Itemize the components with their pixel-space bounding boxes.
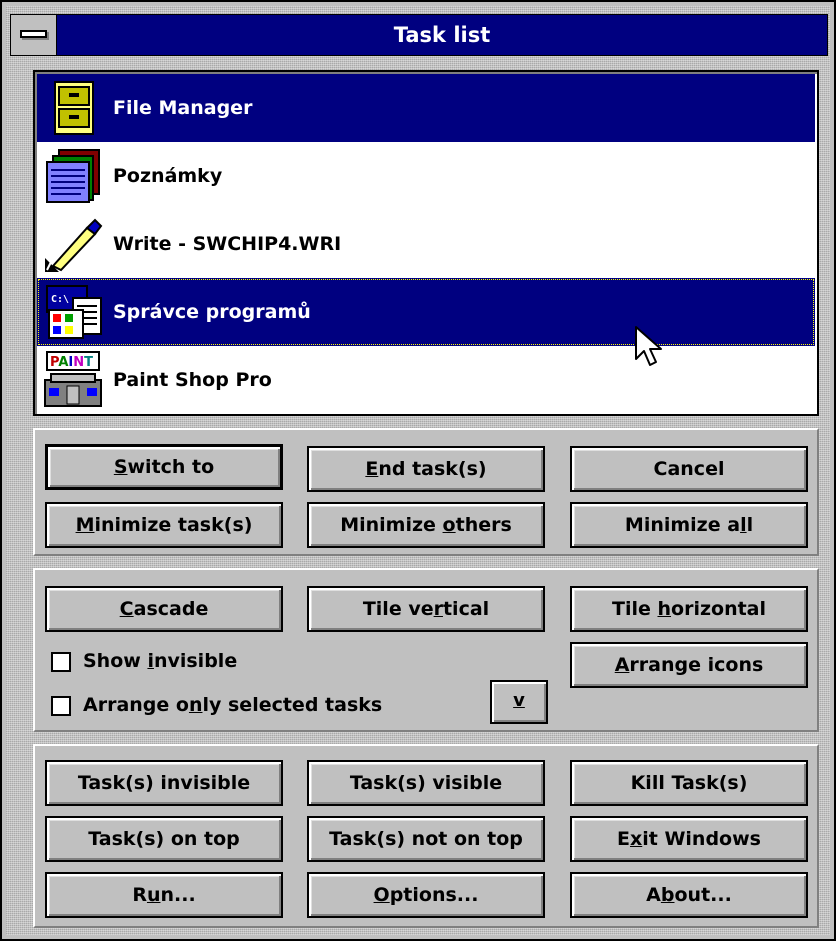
- kill-tasks-button[interactable]: Kill Task(s): [570, 760, 808, 806]
- tasks-invisible-button[interactable]: Task(s) invisible: [45, 760, 283, 806]
- task-label: Správce programů: [113, 301, 311, 323]
- task-label: Poznámky: [113, 165, 223, 187]
- exit-windows-button[interactable]: Exit Windows: [570, 816, 808, 862]
- mouse-pointer-icon: [635, 326, 662, 366]
- task-label: Write - SWCHIP4.WRI: [113, 233, 342, 255]
- list-item[interactable]: Poznámky: [37, 142, 815, 210]
- extra-actions-group: Task(s) invisible Task(s) visible Kill T…: [33, 744, 819, 928]
- options-button[interactable]: Options...: [307, 872, 545, 918]
- svg-text:PAINT: PAINT: [50, 355, 93, 370]
- run-button[interactable]: Run...: [45, 872, 283, 918]
- tasks-not-on-top-button[interactable]: Task(s) not on top: [307, 816, 545, 862]
- minimize-others-button[interactable]: Minimize others: [307, 502, 545, 548]
- list-item[interactable]: Write - SWCHIP4.WRI: [37, 210, 815, 278]
- notepad-icon: [46, 149, 100, 203]
- arrange-only-selected-checkbox[interactable]: [51, 696, 71, 716]
- program-manager-icon: C:\: [46, 285, 102, 339]
- list-item[interactable]: PAINT Paint Shop Pro: [37, 346, 815, 414]
- system-menu-icon: [20, 30, 47, 38]
- window-title: Task list: [393, 23, 491, 47]
- arrange-only-selected-label[interactable]: Arrange only selected tasks: [83, 694, 382, 716]
- tile-horizontal-button[interactable]: Tile horizontal: [570, 586, 808, 632]
- file-manager-icon: [54, 81, 94, 135]
- about-button[interactable]: About...: [570, 872, 808, 918]
- arrange-group: Cascade Tile vertical Tile horizontal Ar…: [33, 568, 819, 732]
- tasks-visible-button[interactable]: Task(s) visible: [307, 760, 545, 806]
- arrange-icons-button[interactable]: Arrange icons: [570, 642, 808, 688]
- cascade-button[interactable]: Cascade: [45, 586, 283, 632]
- task-listbox[interactable]: File Manager Poznámky Write - SWCHIP4.WR…: [33, 70, 819, 416]
- task-actions-group: Switch to End task(s) Cancel Minimize ta…: [33, 428, 819, 556]
- show-invisible-checkbox[interactable]: [51, 652, 71, 672]
- end-tasks-button[interactable]: End task(s): [307, 446, 545, 492]
- paint-shop-pro-icon: PAINT: [44, 351, 102, 407]
- list-item[interactable]: C:\ Správce programů: [37, 278, 815, 346]
- write-pen-icon: [45, 218, 103, 272]
- task-label: File Manager: [113, 97, 253, 119]
- show-invisible-label[interactable]: Show invisible: [83, 650, 237, 672]
- tile-vertical-button[interactable]: Tile vertical: [307, 586, 545, 632]
- minimize-all-button[interactable]: Minimize all: [570, 502, 808, 548]
- minimize-tasks-button[interactable]: Minimize task(s): [45, 502, 283, 548]
- more-options-button[interactable]: v: [490, 680, 548, 724]
- cancel-button[interactable]: Cancel: [570, 446, 808, 492]
- task-list-window: Task list File Manager Poznámky Write - …: [0, 0, 836, 941]
- svg-text:C:\: C:\: [51, 294, 69, 305]
- tasks-on-top-button[interactable]: Task(s) on top: [45, 816, 283, 862]
- task-label: Paint Shop Pro: [113, 369, 272, 391]
- switch-to-button[interactable]: Switch to: [45, 444, 283, 490]
- system-menu-button[interactable]: [11, 15, 57, 55]
- title-bar[interactable]: Task list: [10, 14, 828, 56]
- list-item[interactable]: File Manager: [37, 74, 815, 142]
